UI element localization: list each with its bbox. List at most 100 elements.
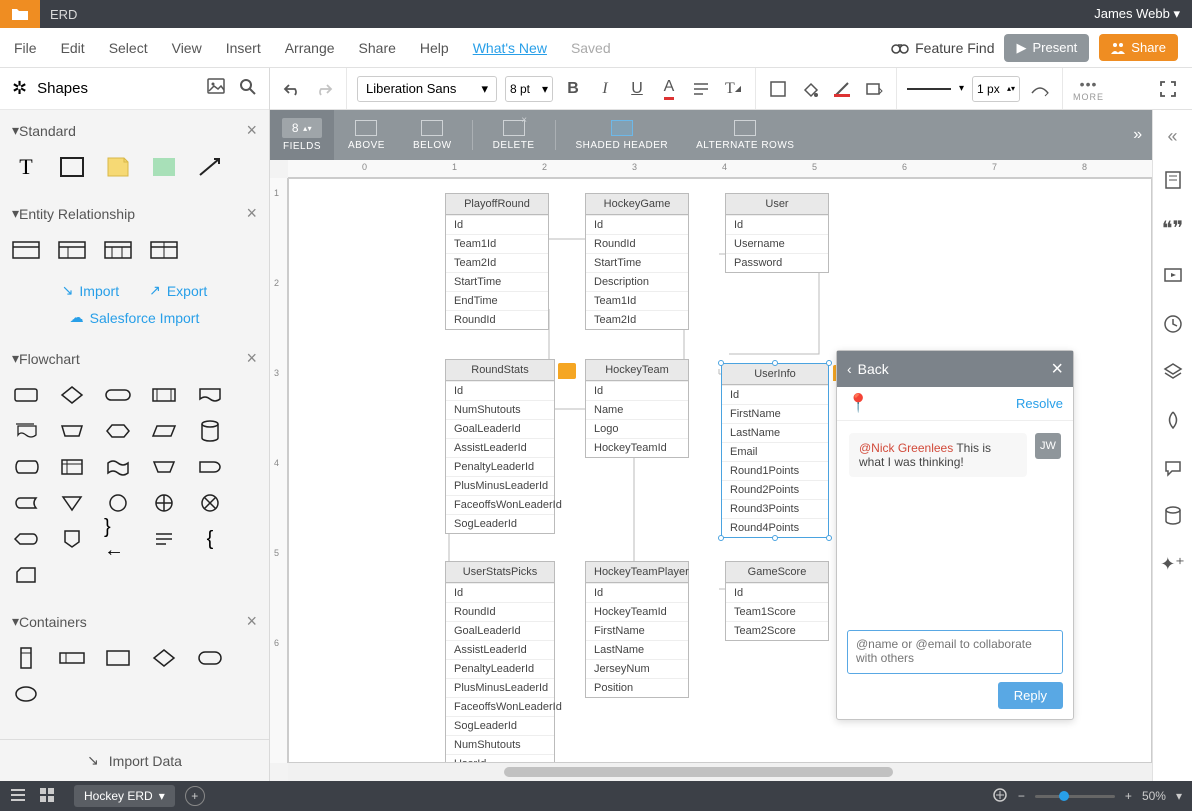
flow-brace[interactable]: } ←	[104, 527, 132, 551]
rail-present-icon[interactable]	[1153, 254, 1192, 298]
menu-whatsnew[interactable]: What's New	[473, 40, 547, 56]
image-icon[interactable]	[207, 78, 225, 100]
rail-page-icon[interactable]	[1153, 158, 1192, 202]
table-gamescore[interactable]: GameScore Id Team1Score Team2Score	[725, 561, 829, 641]
menu-help[interactable]: Help	[420, 40, 449, 56]
shape-text[interactable]: T	[12, 155, 40, 179]
gear-icon[interactable]: ✲	[12, 78, 27, 99]
cont-5[interactable]	[196, 646, 224, 670]
menu-select[interactable]: Select	[109, 40, 148, 56]
cont-1[interactable]	[12, 646, 40, 670]
close-icon[interactable]: ×	[246, 611, 257, 632]
zoom-value[interactable]: 50%	[1142, 789, 1166, 803]
page-tab[interactable]: Hockey ERD▾	[74, 785, 175, 807]
resolve-button[interactable]: Resolve	[1016, 396, 1063, 411]
line-style[interactable]	[907, 88, 951, 90]
feature-find[interactable]: Feature Find	[891, 40, 994, 56]
flow-data[interactable]	[150, 419, 178, 443]
import-data-button[interactable]: ↘ Import Data	[0, 739, 269, 781]
folder-icon[interactable]	[0, 0, 40, 28]
import-link[interactable]: ↘Import	[62, 282, 119, 299]
zoom-slider[interactable]	[1035, 795, 1115, 798]
flow-terminator[interactable]	[104, 383, 132, 407]
shape-note[interactable]	[104, 155, 132, 179]
close-icon[interactable]: ×	[246, 348, 257, 369]
shape-er-4[interactable]	[150, 238, 178, 262]
menu-file[interactable]: File	[14, 40, 37, 56]
flow-offpage[interactable]	[58, 527, 86, 551]
bold-button[interactable]: B	[561, 77, 585, 101]
flow-manual[interactable]	[58, 419, 86, 443]
flow-storeddata[interactable]	[12, 491, 40, 515]
flow-decision[interactable]	[58, 383, 86, 407]
rail-data-icon[interactable]	[1153, 494, 1192, 538]
flow-lbrace[interactable]: {	[196, 527, 224, 551]
rail-drop-icon[interactable]	[1153, 398, 1192, 442]
redo-button[interactable]	[312, 77, 336, 101]
rail-quote-icon[interactable]: ❝❞	[1153, 206, 1192, 250]
linewidth-input[interactable]: 1 px▴▾	[972, 76, 1020, 102]
shape-tool[interactable]	[766, 77, 790, 101]
add-page-button[interactable]: +	[185, 786, 205, 806]
close-icon[interactable]: ×	[246, 120, 257, 141]
flow-paper[interactable]	[104, 455, 132, 479]
fill-tool[interactable]	[798, 77, 822, 101]
shape-er-2[interactable]	[58, 238, 86, 262]
cont-6[interactable]	[12, 682, 40, 706]
shape-arrow[interactable]	[196, 155, 224, 179]
flow-process[interactable]	[12, 383, 40, 407]
flow-doc[interactable]	[196, 383, 224, 407]
flow-display[interactable]	[12, 527, 40, 551]
undo-button[interactable]	[280, 77, 304, 101]
close-button[interactable]: ×	[1051, 358, 1063, 381]
menu-view[interactable]: View	[172, 40, 202, 56]
table-hockeygame[interactable]: HockeyGame Id RoundId StartTime Descript…	[585, 193, 689, 330]
rail-history-icon[interactable]	[1153, 302, 1192, 346]
table-user[interactable]: User Id Username Password	[725, 193, 829, 273]
share-button[interactable]: Share	[1099, 34, 1178, 61]
rail-layers-icon[interactable]	[1153, 350, 1192, 394]
flow-directdata[interactable]	[12, 455, 40, 479]
flow-delay[interactable]	[196, 455, 224, 479]
more-button[interactable]: •••MORE	[1073, 76, 1104, 102]
shape-er-1[interactable]	[12, 238, 40, 262]
flow-multidoc[interactable]	[12, 419, 40, 443]
fields-count[interactable]: 8▴▾ FIELDS	[270, 110, 334, 160]
flow-internalstorage[interactable]	[58, 455, 86, 479]
zoom-out-button[interactable]: −	[1018, 789, 1025, 803]
table-userinfo[interactable]: UserInfo Id FirstName LastName Email Rou…	[721, 363, 829, 538]
flow-database[interactable]	[196, 419, 224, 443]
doc-title[interactable]: ERD	[50, 7, 77, 22]
delete-field[interactable]: ×DELETE	[479, 120, 549, 151]
autofit-icon[interactable]	[992, 787, 1008, 806]
grid-view-icon[interactable]	[40, 788, 54, 805]
textformat-button[interactable]: T◢	[721, 77, 745, 101]
italic-button[interactable]: I	[593, 77, 617, 101]
fullscreen-button[interactable]	[1156, 77, 1180, 101]
rail-comment-icon[interactable]	[1153, 446, 1192, 490]
border-tool[interactable]	[830, 77, 854, 101]
menu-share[interactable]: Share	[359, 40, 396, 56]
horizontal-scrollbar[interactable]	[288, 763, 1152, 781]
flow-summing[interactable]	[196, 491, 224, 515]
flow-card[interactable]	[12, 563, 40, 587]
comment-marker[interactable]	[558, 363, 576, 379]
line-tool[interactable]	[1028, 77, 1052, 101]
shape-rect[interactable]	[58, 155, 86, 179]
flow-or[interactable]	[150, 491, 178, 515]
shape-er-3[interactable]	[104, 238, 132, 262]
salesforce-import[interactable]: ☁Salesforce Import	[70, 309, 200, 326]
underline-button[interactable]: U	[625, 77, 649, 101]
flow-merge[interactable]	[58, 491, 86, 515]
alternate-rows[interactable]: ALTERNATE ROWS	[682, 120, 808, 151]
back-button[interactable]: ‹Back	[847, 361, 889, 377]
collapse-right[interactable]: »	[1124, 110, 1152, 160]
export-link[interactable]: ↗Export	[149, 282, 207, 299]
menu-insert[interactable]: Insert	[226, 40, 261, 56]
align-button[interactable]	[689, 77, 713, 101]
font-select[interactable]: Liberation Sans▾	[357, 76, 497, 102]
rail-magic-icon[interactable]: ✦⁺	[1153, 542, 1192, 586]
flow-predef[interactable]	[150, 383, 178, 407]
flow-notelines[interactable]	[150, 527, 178, 551]
table-hockeyteam[interactable]: HockeyTeam Id Name Logo HockeyTeamId	[585, 359, 689, 458]
